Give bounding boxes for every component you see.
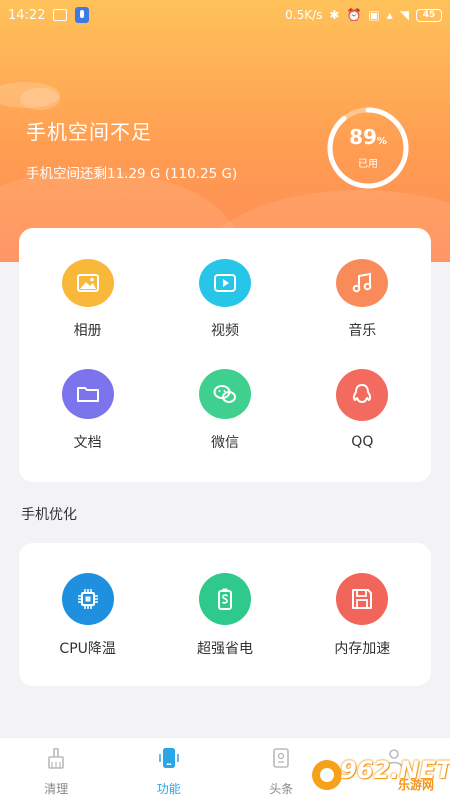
optimize-label: 超强省电 <box>196 641 253 657</box>
nav-tab-label: 头条 <box>269 782 294 796</box>
category-music-button[interactable]: 音乐 <box>294 228 431 340</box>
optimize-card: CPU降温 超强省电 内存加速 <box>19 543 431 686</box>
category-label: 视频 <box>210 323 239 339</box>
battery-save-icon <box>198 573 251 625</box>
news-icon <box>269 746 293 770</box>
usage-label: 已用 <box>358 159 378 170</box>
network-speed: 0.5K/s <box>285 8 323 22</box>
cpu-icon <box>61 573 114 625</box>
category-label: QQ <box>351 434 374 450</box>
mail-icon <box>53 9 68 21</box>
nav-tab-label: 清理 <box>44 782 69 796</box>
mic-app-icon <box>75 7 90 23</box>
wechat-icon <box>198 369 251 419</box>
optimize-cpu-button[interactable]: CPU降温 <box>19 543 156 686</box>
status-bar: 14:22 0.5K/s ✱ ⏰ ▣ ▴ ◥ 45 <box>0 0 450 30</box>
category-wechat-button[interactable]: 微信 <box>156 340 293 452</box>
hd-icon: ▣ <box>368 8 380 22</box>
category-label: 音乐 <box>348 323 377 339</box>
nav-tab-broom[interactable]: 清理 <box>0 738 113 800</box>
photo-icon <box>61 259 114 307</box>
wifi-icon: ◥ <box>399 8 409 22</box>
header-banner: 手机空间不足 手机空间还剩11.29 G (110.25 G) 89% 已用 <box>0 0 450 262</box>
status-time: 14:22 <box>8 7 46 23</box>
battery-icon: 45 <box>416 8 442 22</box>
storage-subtitle: 手机空间还剩11.29 G (110.25 G) <box>26 166 238 182</box>
optimize-label: CPU降温 <box>59 641 116 657</box>
storage-title: 手机空间不足 <box>26 120 152 144</box>
nav-tab-phone[interactable]: 功能 <box>113 738 226 800</box>
qq-icon <box>336 369 389 421</box>
optimize-memory-button[interactable]: 内存加速 <box>294 543 431 686</box>
folder-icon <box>61 369 114 419</box>
signal-icon: ▴ <box>386 8 393 22</box>
category-folder-button[interactable]: 文档 <box>19 340 156 452</box>
music-icon <box>336 259 389 307</box>
video-icon <box>198 259 251 307</box>
category-label: 文档 <box>73 435 102 451</box>
site-watermark-logo: 962.NET 乐游网 <box>304 756 450 796</box>
optimize-label: 内存加速 <box>334 641 391 657</box>
file-category-card: 相册 视频 音乐文档 微信 QQ <box>19 228 431 482</box>
optimize-battery-save-button[interactable]: 超强省电 <box>156 543 293 686</box>
watermark-site: 乐游网 <box>398 778 435 792</box>
phone-icon <box>157 746 181 770</box>
cloud-decoration <box>20 88 60 110</box>
memory-icon <box>336 573 389 625</box>
storage-usage-gauge[interactable]: 89% 已用 <box>326 106 410 190</box>
bluetooth-icon: ✱ <box>329 8 340 22</box>
broom-icon <box>44 746 68 770</box>
optimize-section-title: 手机优化 <box>21 507 77 523</box>
category-label: 微信 <box>210 435 239 451</box>
category-label: 相册 <box>73 323 102 339</box>
alarm-icon: ⏰ <box>346 8 362 22</box>
category-video-button[interactable]: 视频 <box>156 228 293 340</box>
category-qq-button[interactable]: QQ <box>294 340 431 452</box>
watermark-badge <box>312 760 342 790</box>
usage-percent: 89% <box>349 125 387 149</box>
category-photo-button[interactable]: 相册 <box>19 228 156 340</box>
nav-tab-label: 功能 <box>156 782 181 796</box>
